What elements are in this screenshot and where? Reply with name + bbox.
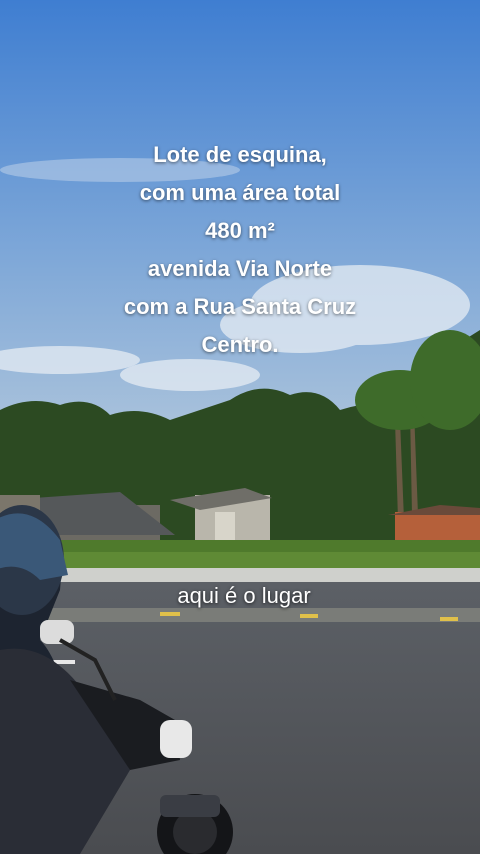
caption-line-5: com a Rua Santa Cruz (123, 294, 357, 319)
caption-line-1: Lote de esquina, (153, 142, 327, 167)
caption-line-3: 480 m² (205, 218, 275, 243)
subtitle-text: aqui é o lugar (177, 583, 311, 608)
caption-line-2: com uma área total (139, 180, 341, 205)
listing-caption: Lote de esquina, com uma área total 480 … (0, 136, 480, 364)
caption-line-4: avenida Via Norte (147, 256, 333, 281)
street-photo (0, 0, 480, 854)
video-frame: Lote de esquina, com uma área total 480 … (0, 0, 480, 854)
caption-line-6: Centro. (201, 332, 279, 357)
sidewalk (0, 568, 480, 584)
